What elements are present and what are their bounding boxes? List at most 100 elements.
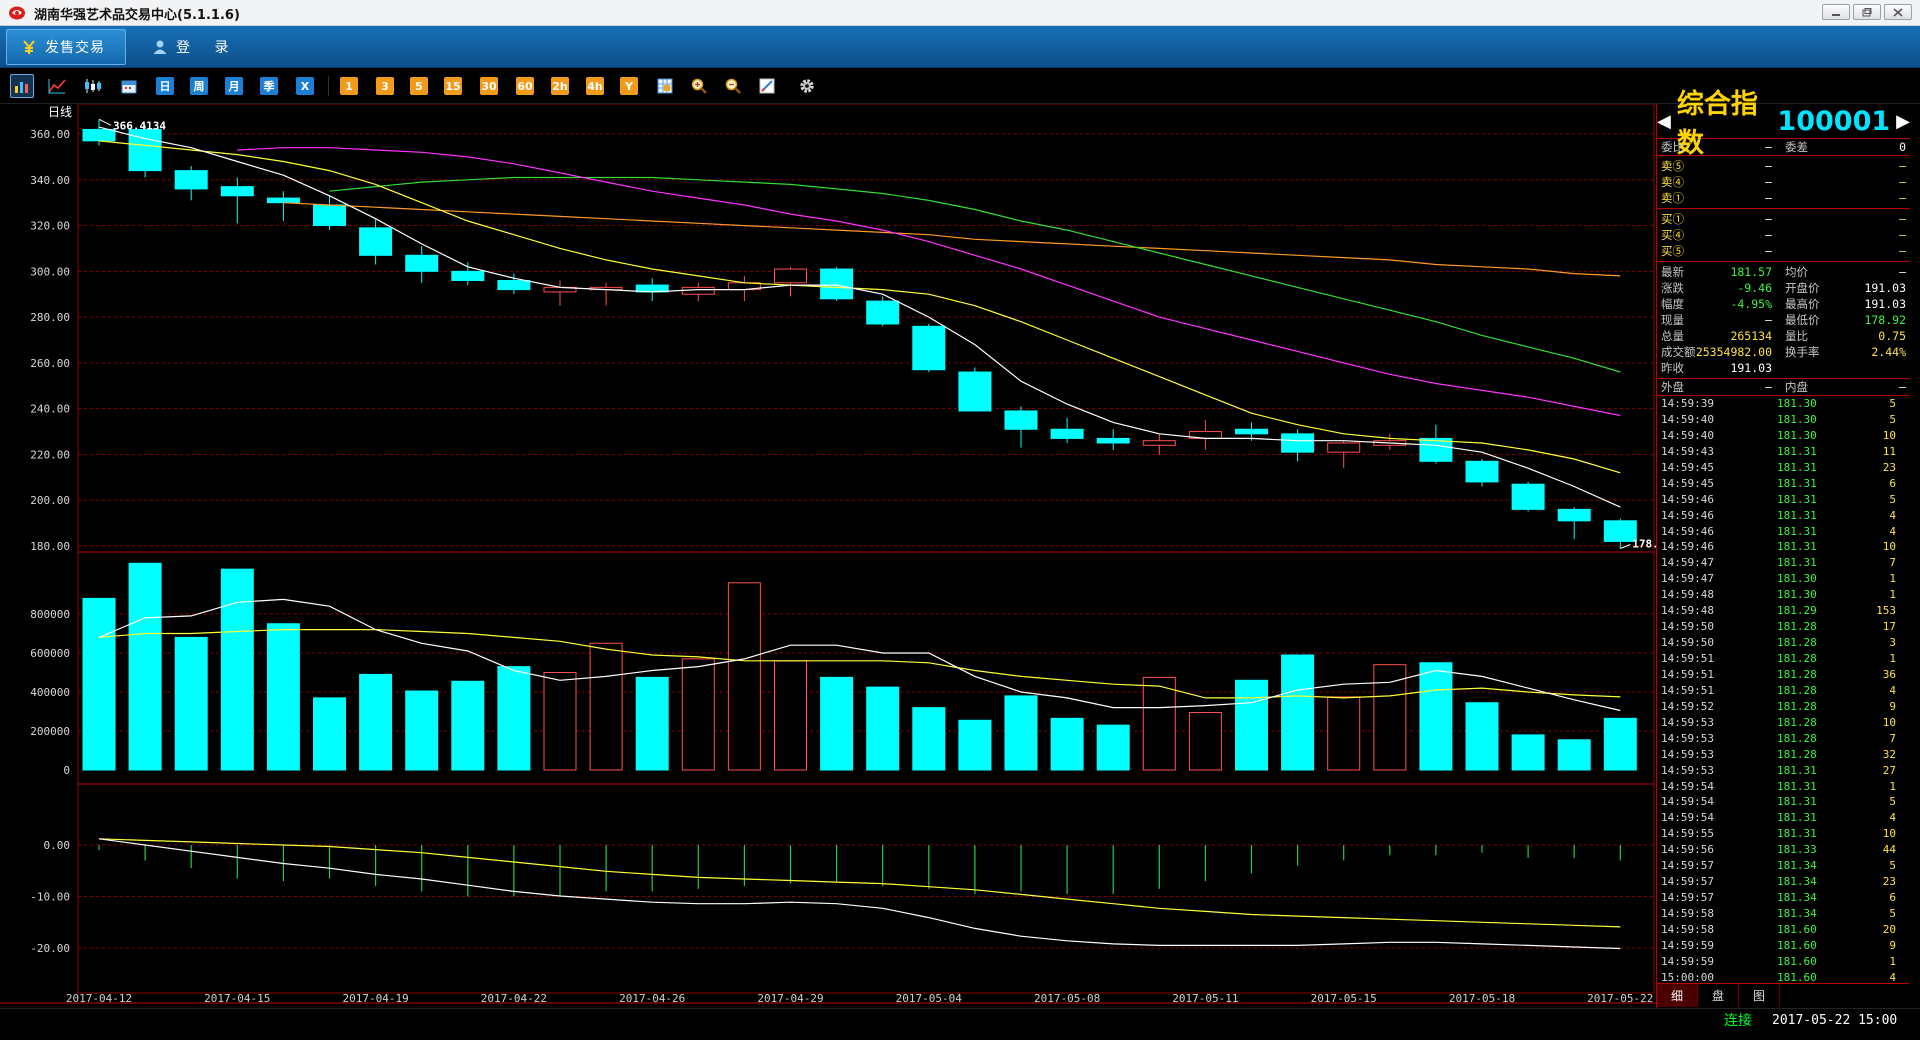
- tick-volume: 23: [1882, 875, 1896, 889]
- tick-time: 14:59:52: [1661, 699, 1714, 713]
- kline-chart-area[interactable]: 360.00 340.00 320.00 300.00 280.00 260.00 240.…: [0, 104, 1656, 1008]
- tick-price: 181.31: [1777, 811, 1817, 825]
- tab-book[interactable]: 盘: [1698, 984, 1739, 1007]
- tick-row: 14:59:57 181.34 23: [1657, 874, 1910, 890]
- tick-volume: 11: [1882, 444, 1896, 458]
- zoom-out-icon: [725, 78, 741, 94]
- hour-2-button[interactable]: 2h: [551, 77, 569, 95]
- tick-time: 14:59:51: [1661, 683, 1714, 697]
- tick-time: 14:59:53: [1661, 731, 1714, 745]
- ask-label: 卖④: [1661, 175, 1684, 189]
- outer-inner-row: 外盘 — 内盘 —: [1657, 379, 1910, 396]
- volume-bar: [1557, 739, 1591, 771]
- volume-tick-label: 0: [63, 764, 70, 777]
- stat-value: 181.57: [1730, 265, 1772, 279]
- price-tick-label: 300.00: [30, 265, 70, 278]
- tick-time: 14:59:57: [1661, 859, 1714, 873]
- connection-status[interactable]: 连接: [1724, 1011, 1752, 1031]
- bid-volume: —: [1899, 228, 1906, 242]
- draw-icon: [759, 78, 775, 94]
- volume-bar: [451, 680, 485, 771]
- trade-tab[interactable]: 发售交易: [6, 29, 126, 65]
- login-tab[interactable]: 登 录: [138, 29, 252, 65]
- stat-value: —: [1765, 313, 1772, 327]
- calendar-button[interactable]: [120, 77, 138, 95]
- indicator-lines: [98, 126, 1621, 950]
- ask-price: —: [1765, 191, 1772, 205]
- chart-grid: [0, 104, 1656, 1004]
- bar-chart-button[interactable]: [10, 74, 34, 98]
- draw-button[interactable]: [758, 77, 776, 95]
- settings-icon: [800, 79, 814, 93]
- next-symbol-button[interactable]: ▶: [1896, 111, 1910, 132]
- prev-symbol-button[interactable]: ◀: [1657, 111, 1671, 132]
- tick-volume: 20: [1882, 922, 1896, 936]
- candle-body: [497, 279, 531, 291]
- volume-bar: [359, 673, 393, 771]
- tick-time: 14:59:46: [1661, 492, 1714, 506]
- tick-volume: 1: [1889, 588, 1896, 602]
- tick-time: 14:59:54: [1661, 811, 1714, 825]
- inner-value: —: [1899, 380, 1906, 394]
- tick-time: 14:59:54: [1661, 779, 1714, 793]
- volume-bar: [1603, 717, 1637, 771]
- tick-volume: 1: [1889, 779, 1896, 793]
- restore-button[interactable]: [1853, 4, 1881, 20]
- line-chart-button[interactable]: [48, 77, 66, 95]
- year-button[interactable]: Y: [620, 77, 638, 95]
- price-tick-label: 340.00: [30, 174, 70, 187]
- tick-row: 14:59:59 181.60 1: [1657, 954, 1910, 970]
- tick-volume: 4: [1889, 508, 1896, 522]
- stat-label: 换手率: [1785, 345, 1820, 359]
- stat-label: 最高价: [1785, 297, 1820, 311]
- candle-chart-button[interactable]: [84, 77, 102, 95]
- minute-30-button[interactable]: 30: [480, 77, 498, 95]
- inner-label: 内盘: [1785, 380, 1808, 394]
- grid-button[interactable]: [656, 77, 674, 95]
- stat-value: 25354982.00: [1695, 345, 1772, 359]
- price-tick-label: 320.00: [30, 220, 70, 233]
- date-tick-label: 2017-04-26: [619, 992, 685, 1005]
- bid-volume: —: [1899, 212, 1906, 226]
- candle-body: [1557, 508, 1591, 522]
- tick-volume: 3: [1889, 636, 1896, 650]
- date-tick-label: 2017-04-22: [481, 992, 547, 1005]
- period-week-button[interactable]: 周: [190, 77, 208, 95]
- tick-price: 181.31: [1777, 795, 1817, 809]
- bid-price: —: [1765, 228, 1772, 242]
- close-button[interactable]: [1884, 4, 1912, 20]
- tab-detail[interactable]: 细: [1657, 984, 1698, 1007]
- stat-value: -4.95%: [1730, 297, 1772, 311]
- tab-chart[interactable]: 图: [1739, 984, 1780, 1007]
- zoom-out-button[interactable]: [724, 77, 742, 95]
- price-tick-label: 280.00: [30, 311, 70, 324]
- volume-bar: [1465, 702, 1499, 771]
- period-day-button[interactable]: 日: [156, 77, 174, 95]
- minute-60-button[interactable]: 60: [516, 77, 534, 95]
- tick-row: 14:59:54 181.31 1: [1657, 779, 1910, 795]
- hour-4-button[interactable]: 4h: [586, 77, 604, 95]
- minute-5-button[interactable]: 5: [410, 77, 428, 95]
- minute-1-button[interactable]: 1: [340, 77, 358, 95]
- tick-row: 14:59:46 181.31 5: [1657, 492, 1910, 508]
- low-price-label: 178.9236: [1632, 538, 1656, 551]
- period-quarter-button[interactable]: 季: [260, 77, 278, 95]
- minute-15-button[interactable]: 15: [444, 77, 462, 95]
- tick-row: 14:59:45 181.31 6: [1657, 476, 1910, 492]
- candle-body: [266, 197, 300, 204]
- minimize-button[interactable]: [1822, 4, 1850, 20]
- date-tick-label: 2017-04-12: [66, 992, 132, 1005]
- tick-time: 14:59:57: [1661, 875, 1714, 889]
- volume-bar: [589, 642, 623, 771]
- tick-volume: 4: [1889, 524, 1896, 538]
- minute-3-button[interactable]: 3: [376, 77, 394, 95]
- tick-list[interactable]: 14:59:39 181.30 5 14:59:40 181.30 5 14:59:40 18…: [1657, 396, 1910, 986]
- period-custom-button[interactable]: X: [296, 77, 314, 95]
- settings-button[interactable]: [798, 77, 816, 95]
- period-month-button[interactable]: 月: [225, 77, 243, 95]
- kline-chart[interactable]: 360.00 340.00 320.00 300.00 280.00 260.00 240.…: [0, 104, 1656, 1008]
- candle-body: [774, 268, 807, 284]
- tick-price: 181.34: [1777, 875, 1817, 889]
- zoom-in-button[interactable]: [690, 77, 708, 95]
- tick-row: 14:59:54 181.31 4: [1657, 810, 1910, 826]
